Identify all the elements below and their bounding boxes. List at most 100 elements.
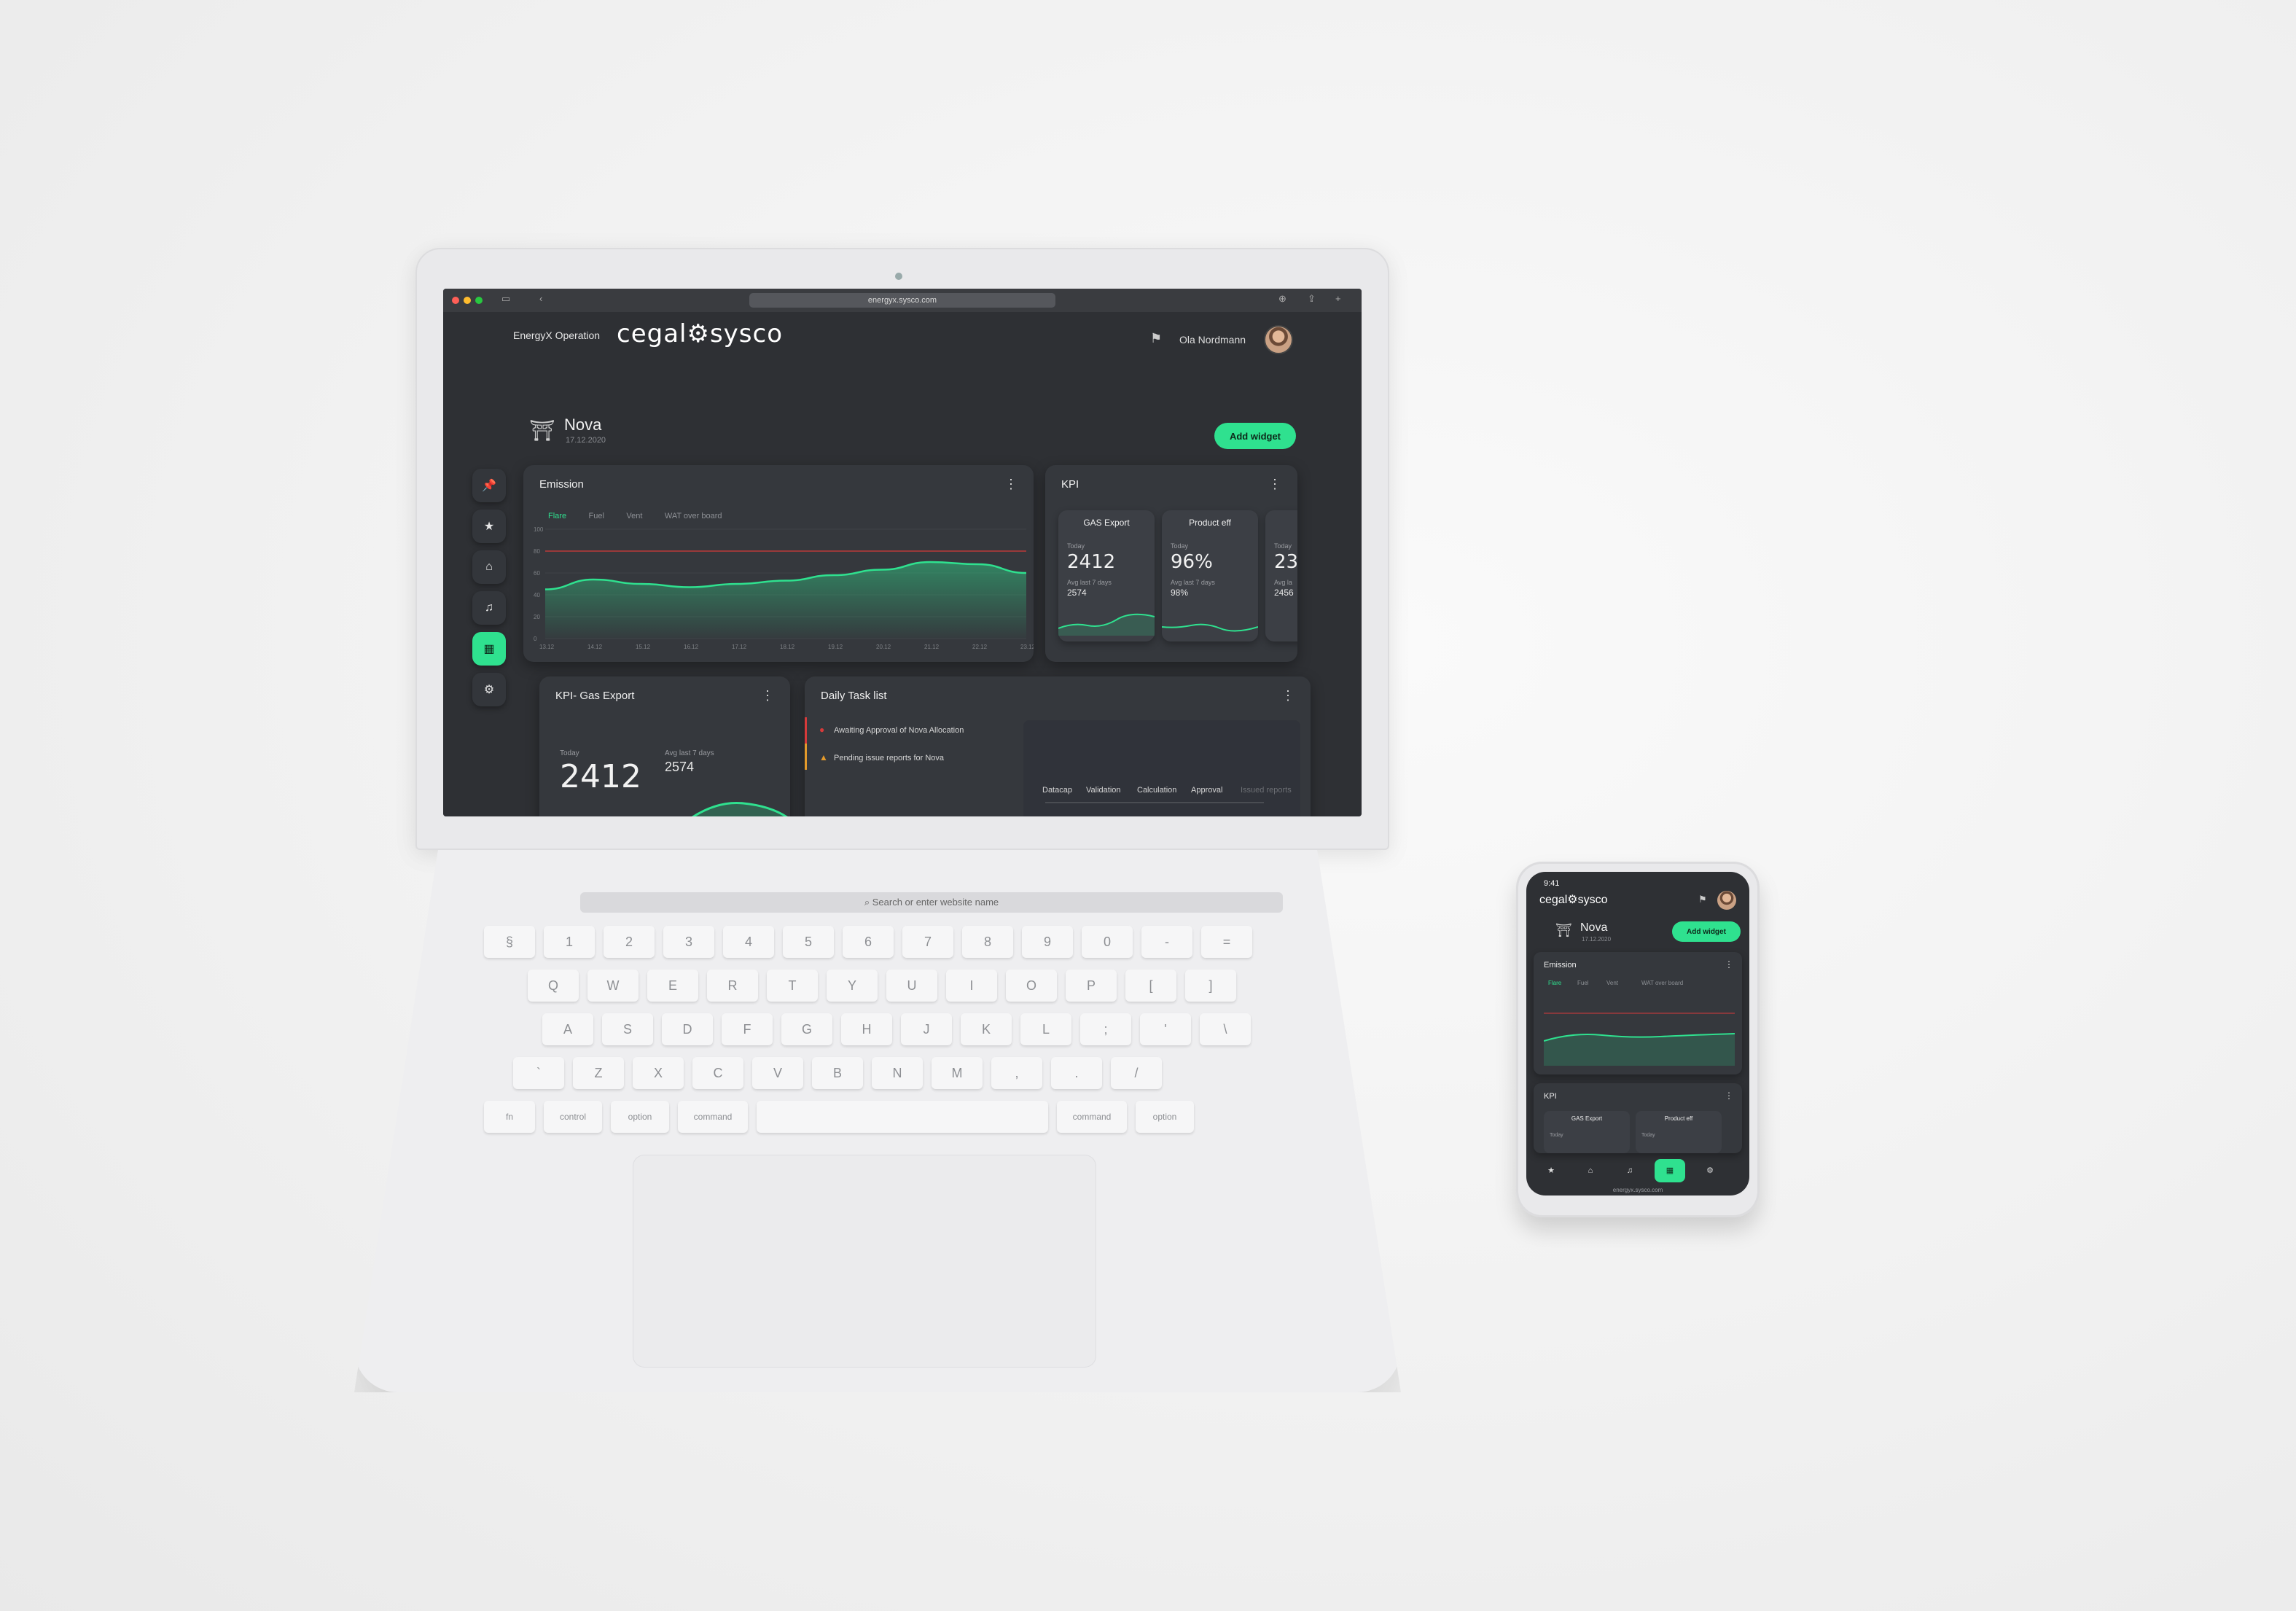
keyboard-key[interactable]: M (932, 1057, 983, 1089)
tab-flare[interactable]: Flare (548, 512, 566, 520)
address-bar[interactable]: energyx.sysco.com (749, 293, 1055, 308)
user-name[interactable]: Ola Nordmann (1179, 334, 1246, 346)
keyboard-key[interactable]: Y (827, 970, 878, 1002)
more-options-icon[interactable]: ⋮ (1725, 959, 1733, 970)
tab-flare[interactable]: Flare (1548, 980, 1561, 986)
keyboard-key[interactable]: N (872, 1057, 923, 1089)
avatar[interactable] (1717, 891, 1736, 910)
more-options-icon[interactable]: ⋮ (761, 688, 774, 703)
stage-validation[interactable]: Validation (1086, 786, 1121, 795)
tab-fuel[interactable]: Fuel (589, 512, 604, 520)
keyboard-key[interactable]: command (678, 1101, 748, 1133)
close-window-button[interactable] (452, 297, 459, 304)
more-options-icon[interactable]: ⋮ (1268, 477, 1281, 492)
keyboard-key[interactable]: O (1006, 970, 1057, 1002)
keyboard-key[interactable]: V (752, 1057, 803, 1089)
add-widget-button[interactable]: Add widget (1672, 921, 1741, 942)
minimize-window-button[interactable] (464, 297, 471, 304)
keyboard-key[interactable]: P (1066, 970, 1117, 1002)
keyboard-key[interactable]: B (812, 1057, 863, 1089)
sidebar-item-favorites[interactable]: ★ (472, 510, 506, 543)
keyboard-key[interactable]: ` (513, 1057, 564, 1089)
keyboard-key[interactable]: C (692, 1057, 743, 1089)
keyboard-key[interactable]: fn (484, 1101, 535, 1133)
nav-dashboard[interactable]: ▦ (1655, 1159, 1685, 1182)
sidebar-item-dashboard[interactable]: ▦ (472, 632, 506, 666)
keyboard-key[interactable]: \ (1200, 1013, 1251, 1045)
keyboard-key[interactable]: 4 (723, 926, 774, 958)
keyboard-key[interactable]: 9 (1022, 926, 1073, 958)
kpi-third[interactable]: O Today 23 Avg la 2456 (1265, 510, 1297, 641)
tab-wat-over-board[interactable]: WAT over board (1641, 980, 1683, 986)
keyboard-key[interactable]: option (611, 1101, 669, 1133)
share-icon[interactable]: ⇪ (1308, 293, 1316, 305)
sidebar-item-settings[interactable]: ⚙ (472, 673, 506, 706)
keyboard-key[interactable]: T (767, 970, 818, 1002)
kpi-product-eff[interactable]: Product eff Today (1636, 1111, 1722, 1153)
nav-settings[interactable]: ⚙ (1700, 1162, 1720, 1179)
kpi-product-eff[interactable]: Product eff Today 96% Avg last 7 days 98… (1162, 510, 1258, 641)
keyboard-key[interactable]: H (841, 1013, 892, 1045)
nav-favorites[interactable]: ★ (1541, 1162, 1561, 1179)
keyboard-key[interactable]: ; (1080, 1013, 1131, 1045)
keyboard-key[interactable]: R (707, 970, 758, 1002)
keyboard-key[interactable]: , (991, 1057, 1042, 1089)
download-icon[interactable]: ⊕ (1278, 293, 1286, 305)
keyboard-key[interactable]: D (662, 1013, 713, 1045)
keyboard-key[interactable]: 3 (663, 926, 714, 958)
tab-wat-over-board[interactable]: WAT over board (665, 512, 722, 520)
keyboard-key[interactable]: 7 (902, 926, 953, 958)
keyboard-key[interactable]: command (1057, 1101, 1127, 1133)
sidebar-item-pin[interactable]: 📌 (472, 469, 506, 502)
keyboard-key[interactable]: 5 (783, 926, 834, 958)
keyboard-key[interactable]: S (602, 1013, 653, 1045)
keyboard-key[interactable]: 0 (1082, 926, 1133, 958)
stage-issued-reports[interactable]: Issued reports (1241, 786, 1292, 795)
nav-home[interactable]: ⌂ (1580, 1162, 1601, 1179)
tab-fuel[interactable]: Fuel (1577, 980, 1589, 986)
keyboard-key[interactable]: option (1136, 1101, 1194, 1133)
keyboard-key[interactable]: / (1111, 1057, 1162, 1089)
keyboard-key[interactable]: 6 (843, 926, 894, 958)
trackpad[interactable] (633, 1155, 1096, 1368)
task-item[interactable]: Awaiting Approval of Nova Allocation (834, 726, 964, 735)
tab-vent[interactable]: Vent (626, 512, 642, 520)
sidebar-item-notifications[interactable]: ♫ (472, 591, 506, 625)
keyboard-key[interactable]: F (722, 1013, 773, 1045)
nav-notifications[interactable]: ♫ (1620, 1162, 1640, 1179)
stage-datacap[interactable]: Datacap (1042, 786, 1072, 795)
keyboard-key[interactable]: - (1141, 926, 1192, 958)
tab-vent[interactable]: Vent (1606, 980, 1618, 986)
keyboard-key[interactable]: 1 (544, 926, 595, 958)
keyboard-key[interactable]: . (1051, 1057, 1102, 1089)
keyboard-key[interactable]: J (901, 1013, 952, 1045)
keyboard-key[interactable]: X (633, 1057, 684, 1089)
new-tab-icon[interactable]: + (1335, 293, 1341, 304)
keyboard-key[interactable]: control (544, 1101, 602, 1133)
keyboard-key[interactable]: 2 (604, 926, 655, 958)
kpi-gas-export[interactable]: GAS Export Today 2412 Avg last 7 days 25… (1058, 510, 1155, 641)
add-widget-button[interactable]: Add widget (1214, 423, 1296, 449)
more-options-icon[interactable]: ⋮ (1004, 477, 1018, 492)
keyboard-key[interactable]: § (484, 926, 535, 958)
keyboard-key[interactable]: = (1201, 926, 1252, 958)
keyboard-key[interactable]: Q (528, 970, 579, 1002)
keyboard-key[interactable]: Z (573, 1057, 624, 1089)
keyboard-key[interactable]: ] (1185, 970, 1236, 1002)
sidebar-item-home[interactable]: ⌂ (472, 550, 506, 584)
notification-icon[interactable]: ⚑ (1150, 331, 1162, 346)
task-item[interactable]: Pending issue reports for Nova (834, 754, 944, 762)
sidebar-toggle-icon[interactable]: ▭ (501, 293, 510, 305)
keyboard-key[interactable]: 8 (962, 926, 1013, 958)
stage-approval[interactable]: Approval (1191, 786, 1222, 795)
keyboard-key[interactable]: L (1020, 1013, 1071, 1045)
maximize-window-button[interactable] (475, 297, 483, 304)
keyboard-key[interactable]: ' (1140, 1013, 1191, 1045)
more-options-icon[interactable]: ⋮ (1281, 688, 1295, 703)
keyboard-key[interactable]: [ (1125, 970, 1176, 1002)
touch-bar[interactable]: ⌕ Search or enter website name (580, 892, 1283, 913)
keyboard-key[interactable]: U (886, 970, 937, 1002)
notification-icon[interactable]: ⚑ (1698, 894, 1707, 905)
kpi-gas-export[interactable]: GAS Export Today (1544, 1111, 1630, 1153)
keyboard-key[interactable]: I (946, 970, 997, 1002)
